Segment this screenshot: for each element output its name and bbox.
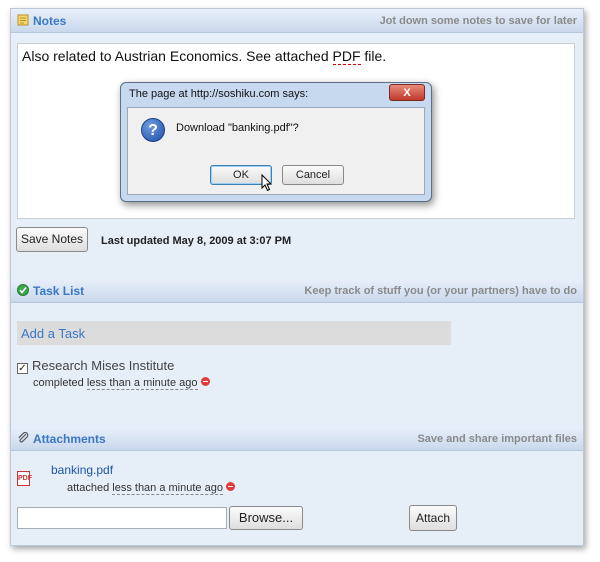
close-icon[interactable]: X bbox=[389, 84, 425, 101]
notes-text-before: Also related to Austrian Economics. See … bbox=[22, 48, 333, 64]
attachment-meta: attached less than a minute ago bbox=[67, 482, 235, 495]
delete-icon[interactable] bbox=[225, 482, 235, 491]
attachment-meta-time: less than a minute ago bbox=[112, 482, 223, 495]
question-icon: ? bbox=[141, 118, 165, 142]
task-status: completed less than a minute ago bbox=[33, 377, 210, 390]
attachment-meta-prefix: attached bbox=[67, 482, 113, 494]
task-checkbox[interactable]: ✓ bbox=[17, 363, 28, 374]
pdf-file-icon: PDF bbox=[17, 471, 32, 486]
mouse-cursor-icon bbox=[261, 174, 273, 192]
browse-button[interactable]: Browse... bbox=[229, 506, 303, 530]
attachments-header: Attachments Save and share important fil… bbox=[11, 427, 583, 451]
dialog-message: Download "banking.pdf"? bbox=[176, 122, 299, 134]
notes-text-pdf: PDF bbox=[332, 48, 361, 65]
notes-hint: Jot down some notes to save for later bbox=[379, 15, 577, 27]
task-item: ✓ Research Mises Institute bbox=[17, 358, 174, 374]
paperclip-icon bbox=[18, 432, 29, 443]
cancel-button[interactable]: Cancel bbox=[282, 165, 344, 185]
task-status-prefix: completed bbox=[33, 377, 87, 389]
notes-title: Notes bbox=[33, 14, 67, 28]
attachment-link[interactable]: banking.pdf bbox=[51, 463, 113, 477]
file-path-input[interactable] bbox=[17, 507, 227, 529]
notepad-icon bbox=[17, 14, 29, 26]
confirm-dialog: The page at http://soshiku.com says: X ?… bbox=[120, 82, 432, 202]
green-check-icon bbox=[17, 284, 29, 296]
last-updated-text: Last updated May 8, 2009 at 3:07 PM bbox=[101, 235, 292, 247]
dialog-body: ? Download "banking.pdf"? OK Cancel bbox=[127, 107, 425, 195]
task-label: Research Mises Institute bbox=[32, 358, 175, 373]
task-status-time: less than a minute ago bbox=[86, 377, 198, 390]
attach-button[interactable]: Attach bbox=[409, 505, 457, 531]
tasks-hint: Keep track of stuff you (or your partner… bbox=[304, 285, 577, 297]
add-task-button[interactable]: Add a Task bbox=[17, 321, 451, 345]
dialog-title: The page at http://soshiku.com says: bbox=[129, 88, 309, 100]
delete-icon[interactable] bbox=[200, 377, 210, 386]
attachments-title: Attachments bbox=[33, 432, 106, 446]
tasks-header: Task List Keep track of stuff you (or yo… bbox=[11, 279, 583, 303]
notes-text-after: file. bbox=[360, 48, 387, 64]
attachments-hint: Save and share important files bbox=[417, 433, 577, 445]
notes-header: Notes Jot down some notes to save for la… bbox=[11, 9, 583, 33]
save-notes-button[interactable]: Save Notes bbox=[16, 227, 88, 252]
tasks-title: Task List bbox=[33, 284, 85, 298]
